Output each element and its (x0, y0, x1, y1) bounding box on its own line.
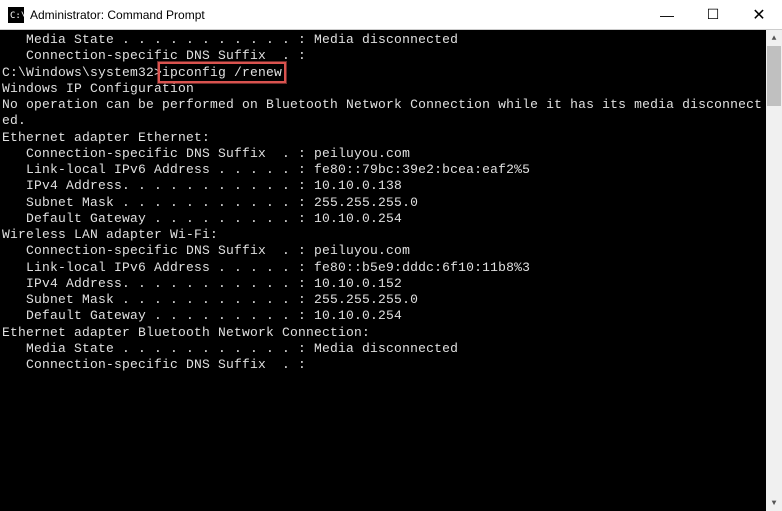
terminal-line: Default Gateway . . . . . . . . . : 10.1… (2, 211, 780, 227)
terminal-line: Link-local IPv6 Address . . . . . : fe80… (2, 260, 780, 276)
window-title: Administrator: Command Prompt (30, 8, 644, 22)
titlebar: C:\ Administrator: Command Prompt — ☐ ✕ (0, 0, 782, 30)
highlighted-command-text: ipconfig /renew (162, 65, 282, 80)
maximize-button[interactable]: ☐ (690, 0, 736, 29)
terminal-line: Windows IP Configuration (2, 81, 780, 97)
terminal-line: Connection-specific DNS Suffix . : peilu… (2, 146, 780, 162)
terminal-line: Ethernet adapter Bluetooth Network Conne… (2, 325, 780, 341)
terminal-line: Ethernet adapter Ethernet: (2, 130, 780, 146)
scroll-down-arrow[interactable]: ▼ (766, 495, 782, 511)
terminal-line: Subnet Mask . . . . . . . . . . . : 255.… (2, 292, 780, 308)
terminal-line: Connection-specific DNS Suffix . : peilu… (2, 243, 780, 259)
scroll-up-arrow[interactable]: ▲ (766, 30, 782, 46)
terminal-line: Link-local IPv6 Address . . . . . : fe80… (2, 162, 780, 178)
terminal-line: ed. (2, 113, 780, 129)
scrollbar-thumb[interactable] (767, 46, 781, 106)
terminal-line: Default Gateway . . . . . . . . . : 10.1… (2, 308, 780, 324)
terminal-line: Connection-specific DNS Suffix . : (2, 357, 780, 373)
close-button[interactable]: ✕ (736, 0, 782, 29)
terminal-line: No operation can be performed on Bluetoo… (2, 97, 780, 113)
terminal-line: IPv4 Address. . . . . . . . . . . : 10.1… (2, 276, 780, 292)
terminal-line: Wireless LAN adapter Wi-Fi: (2, 227, 780, 243)
terminal-line: IPv4 Address. . . . . . . . . . . : 10.1… (2, 178, 780, 194)
terminal-line: Media State . . . . . . . . . . . : Medi… (2, 341, 780, 357)
minimize-button[interactable]: — (644, 0, 690, 29)
terminal-line: Media State . . . . . . . . . . . : Medi… (2, 32, 780, 48)
terminal-area[interactable]: Media State . . . . . . . . . . . : Medi… (0, 30, 782, 511)
cmd-icon: C:\ (8, 7, 24, 23)
window-controls: — ☐ ✕ (644, 0, 782, 29)
terminal-line: C:\Windows\system32>ipconfig /renew (2, 65, 780, 81)
terminal-output[interactable]: Media State . . . . . . . . . . . : Medi… (2, 32, 780, 373)
terminal-line: Subnet Mask . . . . . . . . . . . : 255.… (2, 195, 780, 211)
terminal-line: Connection-specific DNS Suffix . : (2, 48, 780, 64)
vertical-scrollbar[interactable]: ▲ ▼ (766, 30, 782, 511)
svg-text:C:\: C:\ (10, 11, 24, 21)
